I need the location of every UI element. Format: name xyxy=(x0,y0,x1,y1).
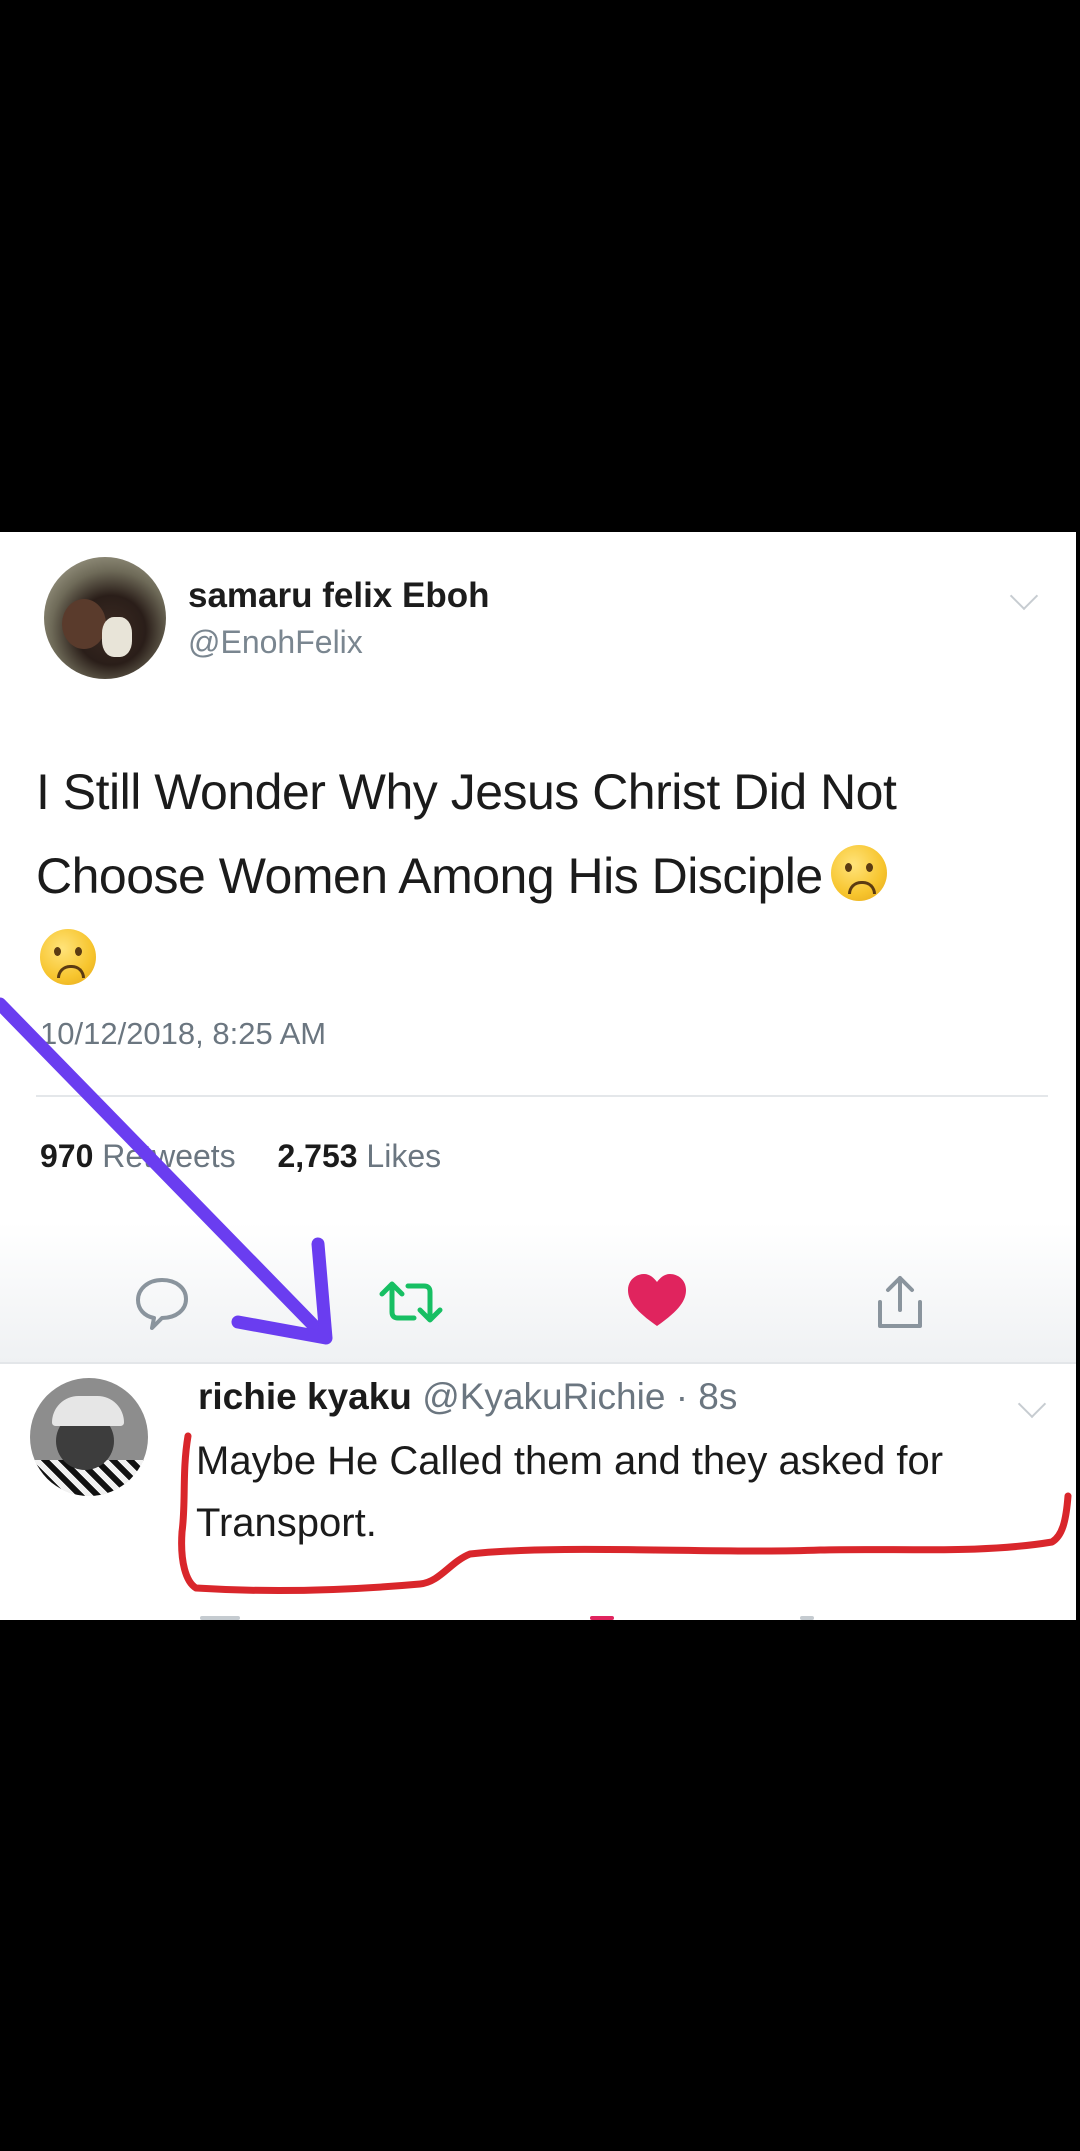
avatar-face xyxy=(62,599,106,649)
reply-handle[interactable]: @KyakuRichie xyxy=(422,1376,665,1417)
like-button[interactable] xyxy=(626,1272,688,1335)
reply-display-name[interactable]: richie kyaku xyxy=(198,1376,412,1417)
author-display-name[interactable]: samaru felix Eboh xyxy=(188,576,489,616)
author-avatar[interactable] xyxy=(44,557,166,679)
tweet-timestamp[interactable]: 10/12/2018, 8:25 AM xyxy=(40,1016,326,1052)
tweet-stats: 970 Retweets 2,753 Likes xyxy=(40,1138,441,1175)
reply-text: Maybe He Called them and they asked for … xyxy=(196,1430,1076,1554)
chevron-down-icon[interactable] xyxy=(1009,581,1039,611)
retweets-count[interactable]: 970 xyxy=(40,1138,93,1174)
screenshot-frame: samaru felix Eboh @EnohFelix I Still Won… xyxy=(0,0,1080,2151)
peek-action-icon xyxy=(200,1616,240,1620)
reply-separator: · xyxy=(675,1376,689,1417)
reply-text-line2: Transport. xyxy=(196,1501,377,1545)
likes-label[interactable]: Likes xyxy=(366,1138,441,1174)
reply-text-line1: Maybe He Called them and they asked for xyxy=(196,1439,944,1483)
heart-icon xyxy=(628,1274,686,1326)
share-icon xyxy=(878,1276,922,1328)
tweet-text-line2: Choose Women Among His Disciple xyxy=(36,848,823,904)
tweet-text-line1: I Still Wonder Why Jesus Christ Did Not xyxy=(36,764,897,820)
sad-face-emoji-icon xyxy=(40,929,96,985)
sad-face-emoji-icon xyxy=(830,845,887,901)
retweets-label[interactable]: Retweets xyxy=(102,1138,235,1174)
share-button[interactable] xyxy=(872,1272,928,1337)
chevron-down-icon[interactable] xyxy=(1017,1389,1047,1419)
peek-action-icon xyxy=(590,1616,614,1620)
reply-button[interactable] xyxy=(132,1272,192,1337)
likes-count[interactable]: 2,753 xyxy=(277,1138,357,1174)
author-handle[interactable]: @EnohFelix xyxy=(188,624,363,661)
avatar-hand xyxy=(102,617,132,657)
peek-action-icon xyxy=(800,1616,814,1620)
retweet-button[interactable] xyxy=(378,1272,444,1337)
reply-header: richie kyaku @KyakuRichie · 8s xyxy=(198,1376,737,1418)
tweet-card: samaru felix Eboh @EnohFelix I Still Won… xyxy=(0,532,1076,1620)
speech-bubble-icon xyxy=(136,1278,188,1330)
avatar-cap xyxy=(52,1396,124,1426)
tweet-action-bar xyxy=(0,1222,1076,1364)
tweet-text: I Still Wonder Why Jesus Christ Did Not … xyxy=(36,750,1036,1002)
reply-time[interactable]: 8s xyxy=(698,1376,737,1417)
divider xyxy=(36,1095,1048,1097)
retweet-icon xyxy=(379,1281,443,1323)
reply-author-avatar[interactable] xyxy=(30,1378,148,1496)
